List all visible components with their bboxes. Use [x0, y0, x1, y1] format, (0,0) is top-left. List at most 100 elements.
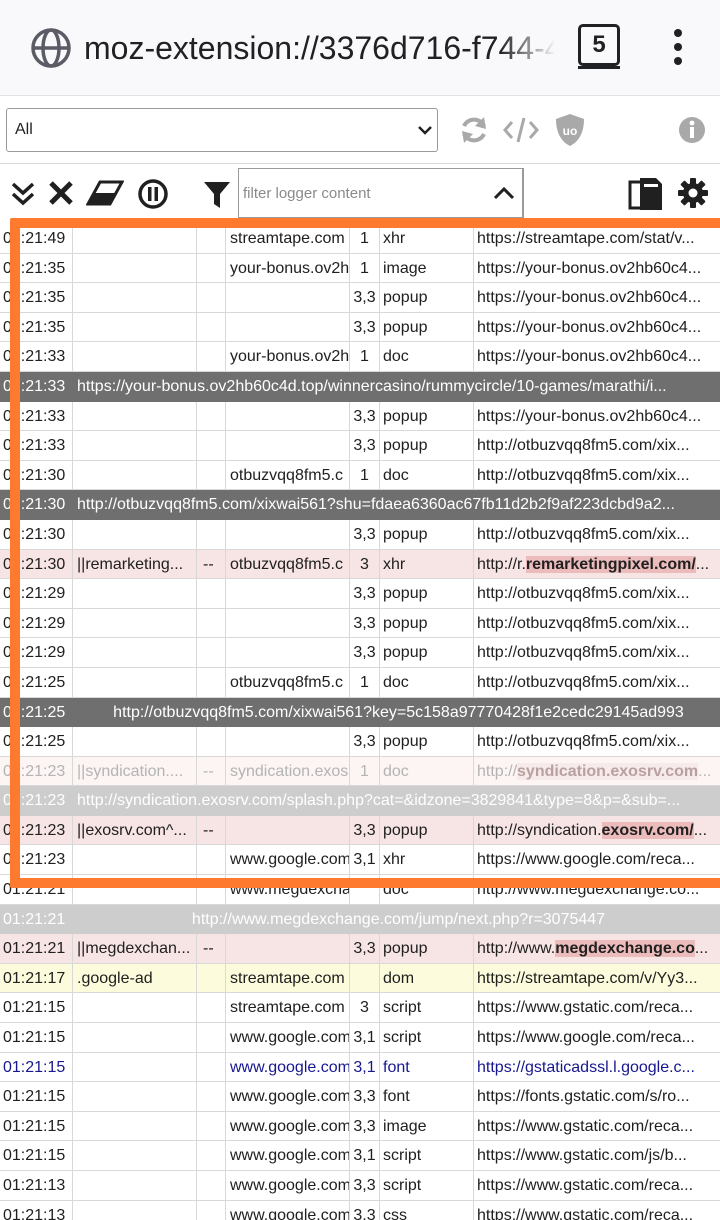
log-time: 01:21:23	[3, 792, 66, 810]
log-row[interactable]: 01:21:30 3,3 popup http://otbuzvqq8fm5.com/…	[0, 519, 720, 550]
expand-all-icon[interactable]	[10, 180, 36, 208]
log-url: https://www.gstatic.com/reca...	[477, 1117, 694, 1135]
log-url: https://www.gstatic.com/reca...	[477, 999, 694, 1017]
log-type: css	[380, 1200, 474, 1220]
log-context: streamtape.com	[226, 963, 350, 993]
document-url: http://www.megdexchange.com/jump/next.ph…	[191, 910, 606, 928]
log-type: xhr	[380, 845, 474, 875]
blocked-request-row[interactable]: 01:21:30 ||remarketing... -- otbuzvqq8fm5.c…	[0, 549, 720, 580]
log-rule: --	[197, 815, 226, 845]
log-row[interactable]: 01:21:33 your-bonus.ov2h 1 doc https://your-…	[0, 342, 720, 372]
log-row[interactable]: 01:21:35 3,3 popup https://your-bonus.ov2hb…	[0, 312, 720, 343]
document-row[interactable]: 01:21:23 http://syndication.exosrv.com/sp…	[0, 786, 720, 816]
gear-icon[interactable]	[678, 178, 708, 208]
log-context	[226, 815, 350, 845]
log-context: www.google.com	[226, 1141, 350, 1170]
reload-icon[interactable]	[458, 114, 490, 146]
log-row[interactable]: 01:21:30 otbuzvqq8fm5.c 1 doc http://otbuzvq…	[0, 460, 720, 491]
eraser-icon[interactable]	[86, 180, 124, 206]
log-row[interactable]: 01:21:13 www.google.com 3,3 css https://www.…	[0, 1200, 720, 1220]
log-url: https://streamtape.com/v/Yy3...	[477, 969, 698, 987]
log-row[interactable]: 01:21:15 www.google.com 3,1 font https://gst…	[0, 1052, 720, 1083]
log-filter	[73, 401, 197, 431]
blocked-request-row[interactable]: 01:21:21 ||megdexchan... -- 3,3 popup http://…	[0, 934, 720, 964]
tab-count-button[interactable]: 5	[578, 24, 620, 66]
filter-funnel-icon[interactable]	[203, 180, 231, 210]
log-url: https://your-bonus.ov2hb60c4...	[477, 289, 702, 307]
log-type: image	[380, 1111, 474, 1141]
chevron-up-icon[interactable]	[492, 181, 516, 205]
code-icon[interactable]	[503, 114, 539, 146]
log-party: 3,3	[350, 608, 380, 638]
log-row[interactable]: 01:21:25 otbuzvqq8fm5.c 1 doc http://otbuzvq…	[0, 667, 720, 698]
url-suffix: ...	[695, 555, 710, 573]
log-url: http://otbuzvqq8fm5.com/xix...	[477, 437, 690, 455]
log-time: 01:21:29	[0, 638, 73, 667]
log-row[interactable]: 01:21:15 www.google.com 3,1 script https://w…	[0, 1141, 720, 1171]
log-type: script	[380, 993, 474, 1023]
log-time: 01:21:15	[0, 1111, 73, 1141]
log-row[interactable]: 01:21:35 3,3 popup https://your-bonus.ov2hb…	[0, 283, 720, 313]
document-row[interactable]: 01:21:30 http://otbuzvqq8fm5.com/xixwai56…	[0, 490, 720, 520]
document-row[interactable]: 01:21:33 https://your-bonus.ov2hb60c4d.to…	[0, 371, 720, 402]
log-row[interactable]: 01:21:21 www.megdexchange dochttp://www.me…	[0, 875, 720, 905]
log-time: 01:21:25	[3, 703, 66, 721]
log-filter	[73, 1200, 197, 1220]
blocked-request-row[interactable]: 01:21:23 ||exosrv.com^... -- 3,3 popup http:/…	[0, 815, 720, 846]
log-row[interactable]: 01:21:23 ||syndication.... -- syndication.e…	[0, 756, 720, 787]
log-type: dom	[380, 963, 474, 993]
info-icon[interactable]	[678, 116, 706, 144]
log-type: popup	[380, 401, 474, 431]
log-type: popup	[380, 519, 474, 549]
log-row[interactable]: 01:21:25 3,3 popup http://otbuzvqq8fm5.com/…	[0, 727, 720, 757]
filter-logger-input[interactable]	[239, 169, 479, 217]
log-party	[350, 875, 380, 904]
log-context	[226, 431, 350, 460]
log-url: http://www.megdexchange.co...	[474, 934, 720, 963]
tab-filter-select[interactable]: All	[6, 108, 438, 152]
log-row[interactable]: 01:21:33 3,3 popup http://otbuzvqq8fm5.com/…	[0, 431, 720, 461]
log-row[interactable]: 01:21:23 www.google.com 3,1 xhr https://www.…	[0, 845, 720, 876]
log-row[interactable]: 01:21:29 3,3 popup http://otbuzvqq8fm5.com/…	[0, 579, 720, 609]
log-row[interactable]: 01:21:17 .google-ad streamtape.com dom https…	[0, 963, 720, 994]
address-bar-url[interactable]: moz-extension://3376d716-f744-4	[84, 26, 554, 70]
log-row[interactable]: 01:21:15 www.google.com 3,3 image https://ww…	[0, 1111, 720, 1142]
log-party: 3,3	[350, 727, 380, 756]
log-context: streamtape.com	[226, 993, 350, 1023]
log-rule	[197, 224, 226, 253]
log-row[interactable]: 01:21:15 www.google.com 3,3 font https://fon…	[0, 1082, 720, 1112]
log-rule	[197, 993, 226, 1023]
log-rule	[197, 963, 226, 993]
log-party: 3,3	[350, 1082, 380, 1111]
log-url: http://otbuzvqq8fm5.com/xix...	[477, 733, 690, 751]
log-row[interactable]: 01:21:33 3,3 popup https://your-bonus.ov2hb…	[0, 401, 720, 432]
log-row[interactable]: 01:21:13 www.google.com 3,3 script https://w…	[0, 1171, 720, 1201]
close-icon[interactable]	[48, 180, 74, 206]
log-party	[350, 963, 380, 993]
log-party: 1	[350, 253, 380, 283]
log-type: font	[380, 1052, 474, 1082]
log-rule	[197, 1052, 226, 1082]
pause-icon[interactable]	[138, 179, 168, 209]
log-row[interactable]: 01:21:29 3,3 popup http://otbuzvqq8fm5.com/…	[0, 608, 720, 639]
log-time: 01:21:13	[0, 1171, 73, 1200]
log-row[interactable]: 01:21:29 3,3 popup http://otbuzvqq8fm5.com/…	[0, 638, 720, 668]
log-party: 3,1	[350, 1052, 380, 1082]
log-row[interactable]: 01:21:15 streamtape.com 3 script https://www…	[0, 993, 720, 1024]
log-row[interactable]: 01:21:49 streamtape.com 1 xhr https://stream…	[0, 224, 720, 254]
ublock-shield-icon[interactable]: uo	[554, 112, 586, 148]
document-row[interactable]: 01:21:25 http://otbuzvqq8fm5.com/xixwai56…	[0, 697, 720, 728]
document-row[interactable]: 01:21:21 http://www.megdexchange.com/jump…	[0, 904, 720, 935]
log-url: http://otbuzvqq8fm5.com/xix...	[477, 614, 690, 632]
log-type: popup	[380, 638, 474, 667]
log-rule	[197, 667, 226, 697]
export-icon[interactable]	[628, 176, 664, 212]
log-filter	[73, 253, 197, 283]
browser-menu-icon[interactable]	[664, 26, 692, 70]
log-rule	[197, 1082, 226, 1111]
log-row[interactable]: 01:21:15 www.google.com 3,1 script https://w…	[0, 1023, 720, 1053]
log-filter: .google-ad	[73, 963, 197, 993]
log-time: 01:21:15	[0, 1052, 73, 1082]
log-row[interactable]: 01:21:35 your-bonus.ov2h 1 image https://you…	[0, 253, 720, 284]
tab-filter-value: All	[15, 121, 33, 138]
